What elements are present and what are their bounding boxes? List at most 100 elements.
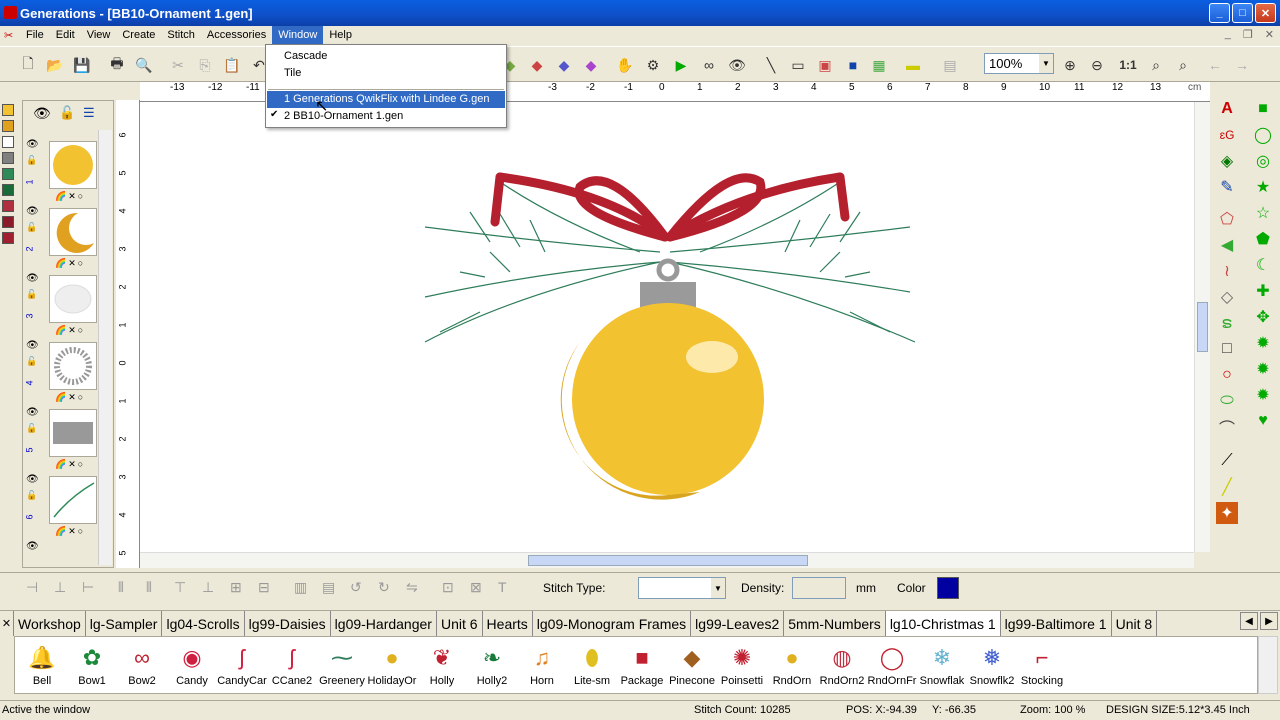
- tool-d-icon[interactable]: ◆: [581, 55, 601, 75]
- back-arrow-icon[interactable]: ←: [1205, 55, 1225, 75]
- green-sun-2-icon[interactable]: ✹: [1252, 384, 1274, 406]
- library-item-candy[interactable]: ◉ Candy: [167, 639, 217, 693]
- zoom-area-icon[interactable]: ⌕: [1173, 55, 1193, 75]
- tab-lg99-leaves2[interactable]: lg99-Leaves2: [691, 611, 785, 636]
- ungroup-icon[interactable]: ⊠: [470, 579, 488, 597]
- tab-lg09-monogram-frames[interactable]: lg09-Monogram Frames: [533, 611, 692, 636]
- eye-icon[interactable]: 👁: [26, 340, 39, 351]
- mdi-app-icon[interactable]: ✂: [0, 29, 20, 42]
- color-swatch-3[interactable]: [2, 136, 14, 148]
- tab-unit-8[interactable]: Unit 8: [1112, 611, 1158, 636]
- autodigitize-tool-icon[interactable]: ✦: [1216, 502, 1238, 524]
- group-icon[interactable]: ⊡: [442, 579, 460, 597]
- align-right-icon[interactable]: ⊢: [82, 579, 100, 597]
- curve-tool-icon[interactable]: ≀: [1216, 260, 1238, 282]
- library-item-bow2[interactable]: ∞ Bow2: [117, 639, 167, 693]
- library-item-lite-sm[interactable]: ⬮ Lite-sm: [567, 639, 617, 693]
- forward-arrow-icon[interactable]: →: [1232, 55, 1252, 75]
- menu-item-cascade[interactable]: Cascade: [267, 48, 505, 65]
- menu-accessories[interactable]: Accessories: [201, 26, 272, 44]
- tab-lg09-hardanger[interactable]: lg09-Hardanger: [331, 611, 437, 636]
- library-item-snowflk2[interactable]: ❅ Snowflk2: [967, 639, 1017, 693]
- align-left-icon[interactable]: ⊣: [26, 579, 44, 597]
- mirror-icon[interactable]: ⇋: [406, 579, 424, 597]
- layer-color-icons[interactable]: 🌈✕○: [55, 191, 85, 202]
- align-middle-icon[interactable]: ⊞: [230, 579, 248, 597]
- same-height-icon[interactable]: ▤: [322, 579, 340, 597]
- green-spiral-icon[interactable]: ◎: [1252, 150, 1274, 172]
- stitch-type-select[interactable]: ▼: [638, 577, 726, 599]
- lock-icon[interactable]: 🔓: [26, 155, 37, 166]
- cut-icon[interactable]: ✂: [168, 55, 188, 75]
- green-rect-icon[interactable]: ■: [1252, 98, 1274, 120]
- distribute-h-icon[interactable]: ⫴: [118, 579, 136, 597]
- library-item-bow1[interactable]: ✿ Bow1: [67, 639, 117, 693]
- tool-c-icon[interactable]: ◆: [554, 55, 574, 75]
- needle-icon[interactable]: ╲: [761, 55, 781, 75]
- align-center-icon[interactable]: ⊥: [54, 579, 72, 597]
- ornament-design[interactable]: [140, 102, 1196, 552]
- wand-tool-icon[interactable]: ╱: [1216, 476, 1238, 498]
- eye-icon[interactable]: 👁: [26, 139, 39, 150]
- rotate-left-icon[interactable]: ↺: [350, 579, 368, 597]
- distribute-v-icon[interactable]: ⫴: [146, 579, 164, 597]
- eye-icon[interactable]: 👁: [26, 206, 39, 217]
- tab-workshop[interactable]: Workshop: [14, 611, 86, 636]
- green-circle-icon[interactable]: ◯: [1252, 124, 1274, 146]
- tab-lg99-baltimore-1[interactable]: lg99-Baltimore 1: [1001, 611, 1112, 636]
- spiral-tool-icon[interactable]: ຣ: [1216, 312, 1238, 334]
- library-item-rndorn[interactable]: ● RndOrn: [767, 639, 817, 693]
- tab-hearts[interactable]: Hearts: [483, 611, 533, 636]
- library-item-stocking[interactable]: ⌐ Stocking: [1017, 639, 1067, 693]
- chevron-left-icon[interactable]: ◀: [1240, 612, 1258, 630]
- layer-color-icons[interactable]: 🌈✕○: [55, 526, 85, 537]
- layers-scrollbar[interactable]: [98, 130, 112, 565]
- glasses-icon[interactable]: ∞: [699, 55, 719, 75]
- canvas-horizontal-scrollbar[interactable]: [140, 552, 1194, 568]
- print-icon[interactable]: 🖶: [107, 55, 127, 75]
- library-item-package[interactable]: ■ Package: [617, 639, 667, 693]
- hoop-icon[interactable]: ▭: [788, 55, 808, 75]
- circle-tool-icon[interactable]: ○: [1216, 364, 1238, 386]
- play-icon[interactable]: ▶: [671, 55, 691, 75]
- chevron-right-icon[interactable]: ▶: [1260, 612, 1278, 630]
- minimize-button[interactable]: _: [1209, 3, 1230, 23]
- tab-lg-sampler[interactable]: lg-Sampler: [86, 611, 163, 636]
- menu-help[interactable]: Help: [323, 26, 358, 44]
- ellipse-tool-icon[interactable]: ⬭: [1216, 390, 1238, 412]
- lock-icon[interactable]: 🔓: [26, 423, 37, 434]
- color-swatch-4[interactable]: [2, 152, 14, 164]
- lock-icon[interactable]: 🔓: [26, 289, 37, 300]
- library-scrollbar[interactable]: [1258, 636, 1278, 694]
- menu-view[interactable]: View: [81, 26, 117, 44]
- color-swatch-1[interactable]: [2, 104, 14, 116]
- app-icon[interactable]: [4, 6, 17, 19]
- color-swatch-2[interactable]: [2, 120, 14, 132]
- eye-icon[interactable]: 👁: [26, 273, 39, 284]
- layer-color-icons[interactable]: 🌈✕○: [55, 325, 85, 336]
- density-input[interactable]: [792, 577, 846, 599]
- green-sun-1-icon[interactable]: ✹: [1252, 358, 1274, 380]
- maximize-button[interactable]: □: [1232, 3, 1253, 23]
- eye-icon[interactable]: 👁: [26, 474, 39, 485]
- green-arrows-icon[interactable]: ✥: [1252, 306, 1274, 328]
- library-item-candycane[interactable]: ʃ CandyCar: [217, 639, 267, 693]
- menu-file[interactable]: File: [20, 26, 50, 44]
- library-item-greenery[interactable]: ⁓ Greenery: [317, 639, 367, 693]
- copy-icon[interactable]: ⎘: [195, 55, 215, 75]
- color-swatch-5[interactable]: [2, 168, 14, 180]
- tab-lg04-scrolls[interactable]: lg04-Scrolls: [162, 611, 245, 636]
- fill-tool-icon[interactable]: ◀: [1216, 234, 1238, 256]
- library-item-bell[interactable]: 🔔 Bell: [17, 639, 67, 693]
- text-align-icon[interactable]: T: [498, 579, 516, 597]
- list-icon[interactable]: ☰: [83, 105, 95, 121]
- library-item-holly2[interactable]: ❧ Holly2: [467, 639, 517, 693]
- menu-window[interactable]: Window: [272, 26, 324, 44]
- green-star-icon[interactable]: ★: [1252, 176, 1274, 198]
- tab-unit-6[interactable]: Unit 6: [437, 611, 483, 636]
- green-heart-icon[interactable]: ♥: [1252, 410, 1274, 432]
- zoom-fit-icon[interactable]: ⌕: [1146, 55, 1166, 75]
- save-icon[interactable]: 💾: [72, 55, 92, 75]
- tab-lg99-daisies[interactable]: lg99-Daisies: [245, 611, 331, 636]
- menu-create[interactable]: Create: [116, 26, 161, 44]
